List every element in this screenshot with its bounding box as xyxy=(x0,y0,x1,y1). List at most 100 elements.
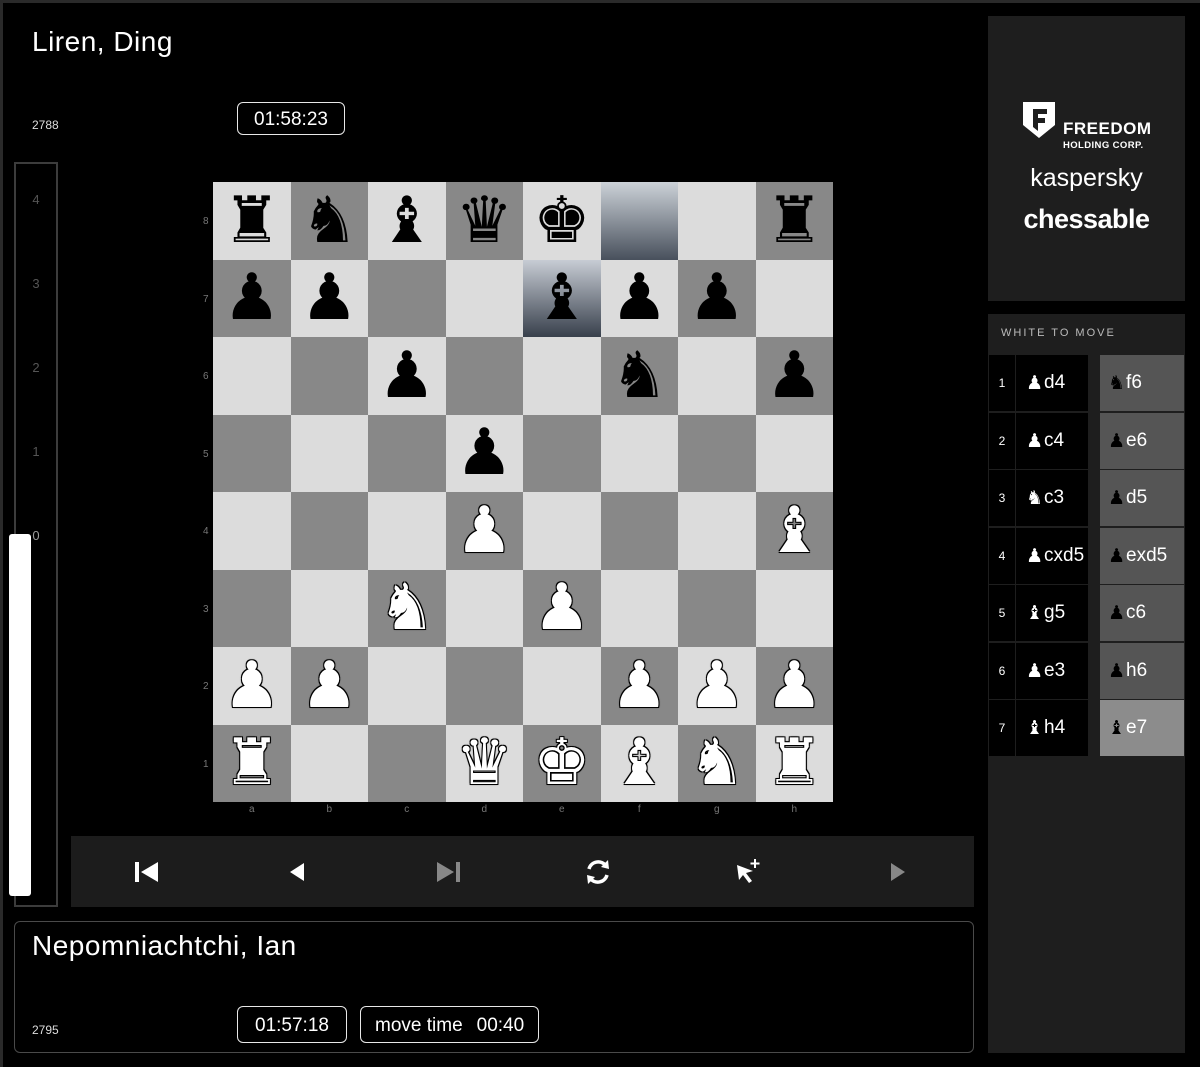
white-pawn-icon[interactable]: ♟ xyxy=(611,654,668,718)
black-move[interactable]: ♟ d5 xyxy=(1100,470,1184,526)
square-c5[interactable] xyxy=(368,414,446,492)
square-h5[interactable] xyxy=(755,414,833,492)
square-h8[interactable]: ♜ xyxy=(755,182,833,260)
white-rook-icon[interactable]: ♜ xyxy=(766,731,823,795)
square-h2[interactable]: ♟ xyxy=(755,647,833,725)
white-move[interactable]: ♟ e3 xyxy=(1016,642,1088,699)
square-h1[interactable]: ♜ xyxy=(755,724,833,802)
black-move[interactable]: ♟ c6 xyxy=(1100,585,1184,641)
square-f2[interactable]: ♟ xyxy=(600,647,678,725)
square-d7[interactable] xyxy=(445,259,523,337)
square-c6[interactable]: ♟ xyxy=(368,337,446,415)
square-b3[interactable] xyxy=(290,569,368,647)
black-move[interactable]: ♝ e7 xyxy=(1100,700,1184,756)
square-a8[interactable]: ♜ xyxy=(213,182,291,260)
black-pawn-icon[interactable]: ♟ xyxy=(688,266,745,330)
square-e8[interactable]: ♚ xyxy=(523,182,601,260)
square-d1[interactable]: ♛ xyxy=(445,724,523,802)
square-a5[interactable] xyxy=(213,414,291,492)
square-d8[interactable]: ♛ xyxy=(445,182,523,260)
analysis-cursor-button[interactable] xyxy=(718,836,778,907)
square-a2[interactable]: ♟ xyxy=(213,647,291,725)
square-e6[interactable] xyxy=(523,337,601,415)
square-d6[interactable] xyxy=(445,337,523,415)
square-c2[interactable] xyxy=(368,647,446,725)
square-e4[interactable] xyxy=(523,492,601,570)
square-g1[interactable]: ♞ xyxy=(678,724,756,802)
square-d2[interactable] xyxy=(445,647,523,725)
white-pawn-icon[interactable]: ♟ xyxy=(456,499,513,563)
white-bishop-icon[interactable]: ♝ xyxy=(611,731,668,795)
chess-board[interactable]: ♜ ♞ ♝ ♛ ♚ ♜ ♟ ♟ ♝ ♟ ♟ ♟ ♞ ♟ ♟ ♟ ♝ ♞ ♟ ♟ ♟ ♟ ♟ ♟ ♜ ♛ ♚ ♝ ♞ ♜ xyxy=(213,182,833,802)
white-knight-icon[interactable]: ♞ xyxy=(688,731,745,795)
square-e1[interactable]: ♚ xyxy=(523,724,601,802)
square-a4[interactable] xyxy=(213,492,291,570)
black-move[interactable]: ♟ h6 xyxy=(1100,642,1184,699)
black-rook-icon[interactable]: ♜ xyxy=(223,189,280,253)
square-e2[interactable] xyxy=(523,647,601,725)
square-c7[interactable] xyxy=(368,259,446,337)
square-f7[interactable]: ♟ xyxy=(600,259,678,337)
black-move[interactable]: ♟ exd5 xyxy=(1100,527,1184,584)
square-b8[interactable]: ♞ xyxy=(290,182,368,260)
square-f1[interactable]: ♝ xyxy=(600,724,678,802)
square-g8[interactable] xyxy=(678,182,756,260)
square-h4[interactable]: ♝ xyxy=(755,492,833,570)
last-move-button[interactable] xyxy=(418,836,478,907)
white-bishop-icon[interactable]: ♝ xyxy=(766,499,823,563)
next-move-button[interactable] xyxy=(868,836,928,907)
white-move[interactable]: ♟ c4 xyxy=(1016,412,1088,469)
square-c8[interactable]: ♝ xyxy=(368,182,446,260)
square-f5[interactable] xyxy=(600,414,678,492)
black-rook-icon[interactable]: ♜ xyxy=(766,189,823,253)
black-pawn-icon[interactable]: ♟ xyxy=(301,266,358,330)
white-move[interactable]: ♟ d4 xyxy=(1016,355,1088,411)
square-b6[interactable] xyxy=(290,337,368,415)
white-knight-icon[interactable]: ♞ xyxy=(378,576,435,640)
flip-board-button[interactable] xyxy=(568,836,628,907)
white-pawn-icon[interactable]: ♟ xyxy=(688,654,745,718)
square-a6[interactable] xyxy=(213,337,291,415)
black-king-icon[interactable]: ♚ xyxy=(533,189,590,253)
square-d3[interactable] xyxy=(445,569,523,647)
white-king-icon[interactable]: ♚ xyxy=(533,731,590,795)
square-a3[interactable] xyxy=(213,569,291,647)
white-pawn-icon[interactable]: ♟ xyxy=(223,654,280,718)
square-d5[interactable]: ♟ xyxy=(445,414,523,492)
square-b5[interactable] xyxy=(290,414,368,492)
white-rook-icon[interactable]: ♜ xyxy=(223,731,280,795)
black-knight-icon[interactable]: ♞ xyxy=(611,344,668,408)
square-a1[interactable]: ♜ xyxy=(213,724,291,802)
square-f4[interactable] xyxy=(600,492,678,570)
white-pawn-icon[interactable]: ♟ xyxy=(533,576,590,640)
white-pawn-icon[interactable]: ♟ xyxy=(301,654,358,718)
black-pawn-icon[interactable]: ♟ xyxy=(223,266,280,330)
black-queen-icon[interactable]: ♛ xyxy=(456,189,513,253)
black-move[interactable]: ♟ e6 xyxy=(1100,412,1184,469)
square-f3[interactable] xyxy=(600,569,678,647)
square-b7[interactable]: ♟ xyxy=(290,259,368,337)
square-c1[interactable] xyxy=(368,724,446,802)
square-e7[interactable]: ♝ xyxy=(523,259,601,337)
first-move-button[interactable] xyxy=(117,836,177,907)
black-move[interactable]: ♞ f6 xyxy=(1100,355,1184,411)
white-move[interactable]: ♞ c3 xyxy=(1016,470,1088,526)
white-move[interactable]: ♝ h4 xyxy=(1016,700,1088,756)
black-bishop-icon[interactable]: ♝ xyxy=(378,189,435,253)
white-pawn-icon[interactable]: ♟ xyxy=(766,654,823,718)
square-e5[interactable] xyxy=(523,414,601,492)
square-g3[interactable] xyxy=(678,569,756,647)
black-pawn-icon[interactable]: ♟ xyxy=(766,344,823,408)
black-pawn-icon[interactable]: ♟ xyxy=(378,344,435,408)
square-h6[interactable]: ♟ xyxy=(755,337,833,415)
square-c3[interactable]: ♞ xyxy=(368,569,446,647)
square-h3[interactable] xyxy=(755,569,833,647)
black-knight-icon[interactable]: ♞ xyxy=(301,189,358,253)
square-g7[interactable]: ♟ xyxy=(678,259,756,337)
square-g6[interactable] xyxy=(678,337,756,415)
square-b1[interactable] xyxy=(290,724,368,802)
square-g4[interactable] xyxy=(678,492,756,570)
white-move[interactable]: ♝ g5 xyxy=(1016,585,1088,641)
square-f8[interactable] xyxy=(600,182,678,260)
square-b2[interactable]: ♟ xyxy=(290,647,368,725)
